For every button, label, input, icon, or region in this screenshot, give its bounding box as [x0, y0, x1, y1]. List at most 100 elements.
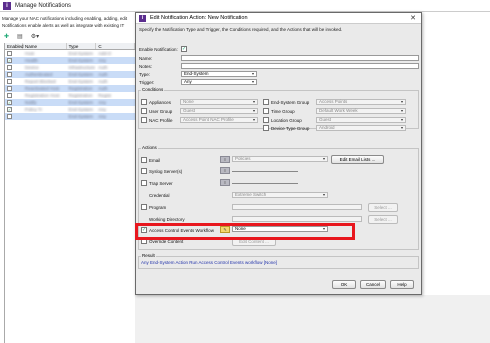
enabled-checkbox[interactable]: [7, 50, 12, 56]
table-row[interactable]: Authenticated End-System Auth: [5, 71, 135, 78]
program-field[interactable]: [232, 204, 362, 210]
email-label: Email: [149, 158, 161, 163]
trap-server-checkbox[interactable]: [141, 180, 147, 186]
name-cell: Authenticated: [24, 72, 53, 77]
chevron-down-icon: ▾: [400, 125, 403, 130]
table-row[interactable]: ✓ Notify End-System Any: [5, 99, 135, 106]
trigger-label: Trigger:: [139, 80, 155, 85]
nac-profile-select[interactable]: Access Point NAC Profile ▾: [180, 117, 258, 123]
trigger-select[interactable]: Any ▾: [181, 79, 257, 85]
device-type-group-label: Device Type Group: [271, 126, 310, 131]
appliances-checkbox[interactable]: [141, 99, 147, 105]
table-row[interactable]: Host End-System Add-O: [5, 50, 135, 57]
end-system-group-checkbox[interactable]: [263, 99, 269, 105]
location-group-checkbox[interactable]: [263, 117, 269, 123]
location-group-select[interactable]: Guest ▾: [316, 117, 406, 123]
enabled-cell[interactable]: ✓: [5, 58, 23, 63]
enabled-checkbox[interactable]: ✓: [7, 100, 12, 105]
result-text: Any End-System Action Run Access Control…: [141, 260, 278, 265]
cancel-button[interactable]: Cancel: [360, 280, 386, 289]
time-group-label: Time Group: [271, 109, 295, 114]
email-select[interactable]: Policies ▾: [232, 156, 328, 162]
chevron-down-icon: ▾: [251, 79, 254, 84]
syslog-checkbox[interactable]: [141, 168, 147, 174]
enabled-checkbox[interactable]: [7, 71, 12, 77]
c-cell: Auth: [98, 79, 108, 84]
dialog-description: Specify the Notification Type and Trigge…: [139, 27, 343, 32]
background-right-pane: [422, 12, 490, 295]
add-icon[interactable]: ✚: [4, 33, 9, 40]
table-row[interactable]: ✓ Policy Tr End-System Any: [5, 106, 135, 113]
enabled-cell[interactable]: ✓: [5, 100, 23, 105]
enabled-cell[interactable]: [5, 85, 23, 92]
enabled-cell[interactable]: [5, 64, 23, 71]
program-checkbox[interactable]: [141, 204, 147, 210]
settings-icon[interactable]: ⚙▾: [31, 33, 39, 40]
enabled-checkbox[interactable]: [7, 92, 12, 98]
credential-select[interactable]: Extreme Switch ▾: [232, 192, 328, 198]
name-cell: Report Blocked: [24, 79, 56, 84]
background-empty-area: [135, 295, 490, 343]
chevron-down-icon: ▾: [252, 108, 255, 113]
chevron-down-icon: ▾: [400, 99, 403, 104]
program-select-button[interactable]: Select ...: [368, 203, 398, 212]
result-legend: Result: [141, 253, 156, 258]
chevron-down-icon: ▾: [322, 156, 325, 161]
enabled-cell[interactable]: [5, 50, 23, 57]
enabled-checkbox[interactable]: ✓: [7, 107, 12, 112]
name-cell: Health: [24, 58, 38, 63]
enabled-cell[interactable]: [5, 113, 23, 120]
name-field[interactable]: [181, 55, 419, 61]
enabled-checkbox[interactable]: [7, 113, 12, 119]
syslog-label: Syslog Server(s): [149, 169, 183, 174]
trap-server-list-icon[interactable]: ≡: [220, 179, 230, 186]
device-type-group-checkbox[interactable]: [263, 125, 269, 131]
email-checkbox[interactable]: [141, 157, 147, 163]
nac-profile-label: NAC Profile: [149, 118, 173, 123]
device-type-group-select[interactable]: Android ▾: [316, 125, 406, 131]
table-row[interactable]: Registration Host Registration Regist: [5, 92, 135, 99]
background-toolbar: ✚ ▤ ⚙▾: [0, 30, 135, 42]
syslog-list-icon[interactable]: ≡: [220, 167, 230, 174]
c-cell: Any: [98, 114, 107, 119]
filter-icon[interactable]: ▤: [17, 33, 23, 40]
name-label: Name:: [139, 56, 153, 61]
table-row[interactable]: ✓ Health End-System Any: [5, 57, 135, 64]
enable-notification-label: Enable Notification:: [139, 47, 178, 52]
close-icon[interactable]: ✕: [410, 14, 416, 22]
ok-button[interactable]: OK: [332, 280, 356, 289]
edit-email-lists-button[interactable]: Edit Email Lists ...: [331, 155, 384, 164]
enabled-cell[interactable]: ✓: [5, 107, 23, 112]
app-icon: i: [3, 1, 11, 10]
type-cell: Registration: [68, 93, 93, 98]
working-directory-field[interactable]: [232, 216, 362, 222]
enabled-cell[interactable]: [5, 92, 23, 99]
table-row[interactable]: Report Blocked End-System Auth: [5, 78, 135, 85]
background-description: Manage your NAC notifications including …: [2, 16, 128, 28]
email-list-icon[interactable]: ≡: [220, 156, 230, 163]
enabled-cell[interactable]: [5, 78, 23, 85]
table-row[interactable]: Reactivated Host Registration Auth: [5, 85, 135, 92]
enabled-checkbox[interactable]: ✓: [7, 58, 12, 63]
notes-field[interactable]: [181, 63, 419, 69]
time-group-checkbox[interactable]: [263, 108, 269, 114]
type-select[interactable]: End-System ▾: [181, 71, 257, 77]
time-group-select[interactable]: Default Work Week ▾: [316, 108, 406, 114]
enabled-checkbox[interactable]: [7, 64, 12, 70]
user-group-checkbox[interactable]: [141, 108, 147, 114]
chevron-down-icon: ▾: [322, 192, 325, 197]
user-group-select[interactable]: Guest ▾: [180, 108, 258, 114]
table-row[interactable]: End-System Any: [5, 113, 135, 120]
enable-notification-checkbox[interactable]: ✓: [181, 46, 187, 52]
appliances-select[interactable]: None ▾: [180, 99, 258, 105]
help-button[interactable]: Help: [390, 280, 414, 289]
highlight-annotation: [135, 223, 355, 240]
syslog-field: [232, 171, 298, 172]
enabled-cell[interactable]: [5, 71, 23, 78]
end-system-group-select[interactable]: Access Points ▾: [316, 99, 406, 105]
nac-profile-checkbox[interactable]: [141, 117, 147, 123]
table-row[interactable]: Device Infrastructure Auth: [5, 64, 135, 71]
working-directory-select-button[interactable]: Select ...: [368, 215, 398, 224]
enabled-checkbox[interactable]: [7, 78, 12, 84]
enabled-checkbox[interactable]: [7, 85, 12, 91]
